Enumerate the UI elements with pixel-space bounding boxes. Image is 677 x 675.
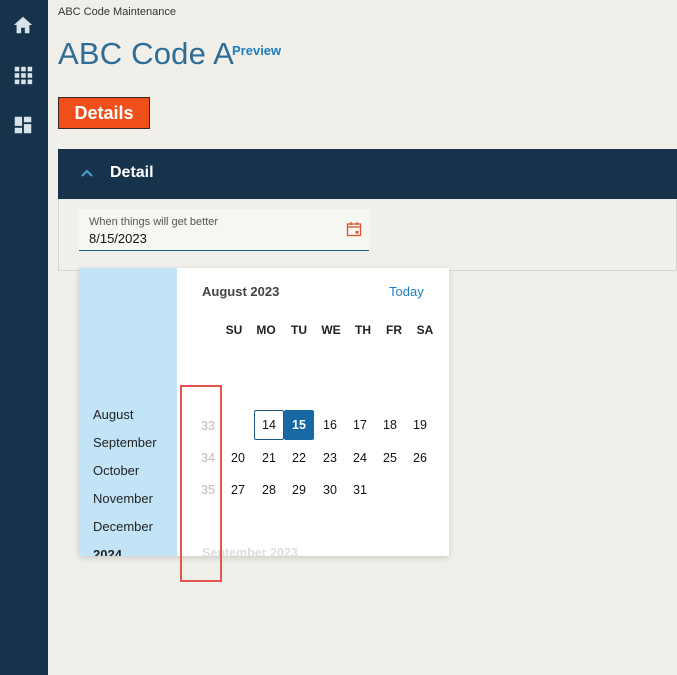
calendar-day-30[interactable]: 30 (315, 475, 345, 505)
calendar-day-15-selected[interactable]: 15 (284, 410, 314, 440)
calendar-day-27[interactable]: 27 (223, 475, 253, 505)
year-item-2024[interactable]: 2024 (93, 547, 122, 556)
chevron-up-icon[interactable] (80, 166, 94, 180)
weekday-header: WE (321, 323, 341, 337)
date-field-label: When things will get better (89, 216, 219, 228)
weekday-header: TH (355, 323, 371, 337)
week-number: 35 (201, 483, 215, 497)
month-list: August September October November Decemb… (79, 268, 177, 556)
calendar-day-22[interactable]: 22 (284, 443, 314, 473)
date-field[interactable]: When things will get better (79, 209, 369, 251)
preview-link[interactable]: Preview (232, 43, 281, 58)
calendar-day-24[interactable]: 24 (345, 443, 375, 473)
calendar-day-14[interactable]: 14 (254, 410, 284, 440)
calendar-day-19[interactable]: 19 (405, 410, 435, 440)
detail-section-title: Detail (110, 164, 154, 181)
calendar-day-29[interactable]: 29 (284, 475, 314, 505)
calendar-day-25[interactable]: 25 (375, 443, 405, 473)
weekday-header: SA (416, 323, 434, 337)
calendar-day-28[interactable]: 28 (254, 475, 284, 505)
week-number: 34 (201, 451, 215, 465)
calendar-day-31[interactable]: 31 (345, 475, 375, 505)
today-link[interactable]: Today (389, 284, 424, 299)
calendar-day-20[interactable]: 20 (223, 443, 253, 473)
calendar-day-21[interactable]: 21 (254, 443, 284, 473)
week-number: 33 (201, 419, 215, 433)
calendar-day-23[interactable]: 23 (315, 443, 345, 473)
home-icon[interactable] (12, 14, 34, 36)
month-item-august[interactable]: August (93, 407, 133, 422)
calendar-day-18[interactable]: 18 (375, 410, 405, 440)
month-item-october[interactable]: October (93, 463, 139, 478)
weekday-header: TU (291, 323, 307, 337)
month-item-september[interactable]: September (93, 435, 157, 450)
calendar-day-16[interactable]: 16 (315, 410, 345, 440)
calendar-day-17[interactable]: 17 (345, 410, 375, 440)
weekday-header: FR (386, 323, 402, 337)
breadcrumb[interactable]: ABC Code Maintenance (58, 6, 176, 18)
calendar-popup: August September October November Decemb… (79, 268, 449, 556)
date-input[interactable] (89, 231, 329, 246)
calendar-month-title: August 2023 (202, 284, 280, 299)
dashboard-icon[interactable] (12, 114, 34, 136)
weekday-header: SU (225, 323, 243, 337)
detail-section-header[interactable]: Detail (58, 149, 677, 199)
left-nav (0, 0, 48, 675)
month-item-december[interactable]: December (93, 519, 153, 534)
calendar-day-26[interactable]: 26 (405, 443, 435, 473)
weekday-header: MO (256, 323, 276, 337)
apps-grid-icon[interactable] (12, 64, 34, 86)
next-month-title: September 2023 (202, 546, 298, 556)
calendar-icon[interactable] (346, 221, 362, 237)
tab-details[interactable]: Details (58, 97, 150, 129)
page-title: ABC Code A (58, 36, 235, 71)
month-item-november[interactable]: November (93, 491, 153, 506)
